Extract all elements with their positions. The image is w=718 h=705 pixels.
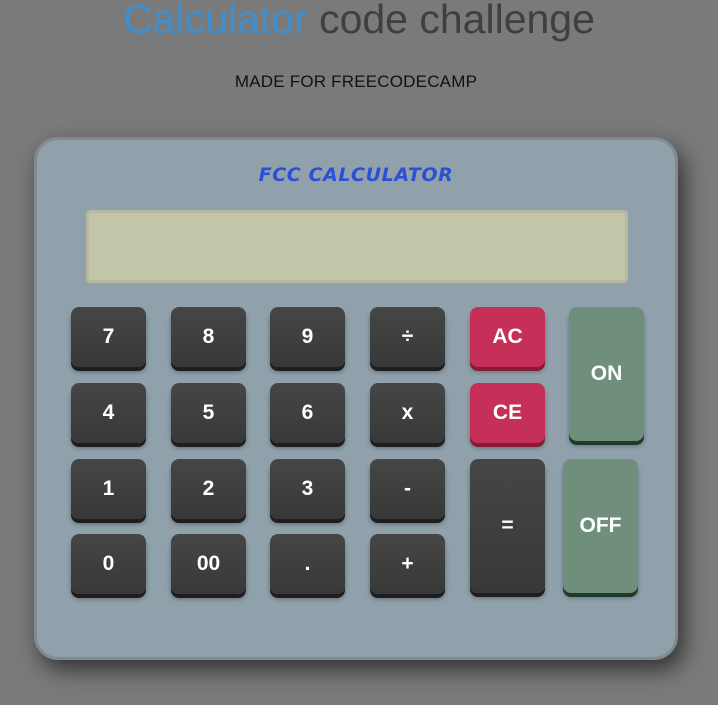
page-title-accent: Calculator: [123, 0, 308, 42]
key-00[interactable]: 00: [171, 534, 246, 594]
key-3[interactable]: 3: [270, 459, 345, 519]
page-title-rest: code challenge: [319, 0, 595, 42]
key-2[interactable]: 2: [171, 459, 246, 519]
key-add[interactable]: +: [370, 534, 445, 594]
key-7[interactable]: 7: [71, 307, 146, 367]
calculator-body: FCC CALCULATOR 7 8 9 ÷ AC ON 4 5 6 x CE …: [34, 137, 678, 660]
key-on[interactable]: ON: [569, 307, 644, 441]
key-decimal[interactable]: .: [270, 534, 345, 594]
key-off[interactable]: OFF: [563, 459, 638, 593]
key-1[interactable]: 1: [71, 459, 146, 519]
key-multiply[interactable]: x: [370, 383, 445, 443]
key-8[interactable]: 8: [171, 307, 246, 367]
key-4[interactable]: 4: [71, 383, 146, 443]
key-all-clear[interactable]: AC: [470, 307, 545, 367]
key-subtract[interactable]: -: [370, 459, 445, 519]
key-6[interactable]: 6: [270, 383, 345, 443]
page-subtitle: MADE FOR FREECODECAMP: [234, 72, 478, 91]
calculator-brand: FCC CALCULATOR: [258, 164, 454, 186]
key-5[interactable]: 5: [171, 383, 246, 443]
key-0[interactable]: 0: [71, 534, 146, 594]
key-clear-entry[interactable]: CE: [470, 383, 545, 443]
key-divide[interactable]: ÷: [370, 307, 445, 367]
key-9[interactable]: 9: [270, 307, 345, 367]
page-title: Calculator code challenge: [0, 0, 718, 43]
calculator-display: [86, 210, 628, 283]
key-equals[interactable]: =: [470, 459, 545, 593]
